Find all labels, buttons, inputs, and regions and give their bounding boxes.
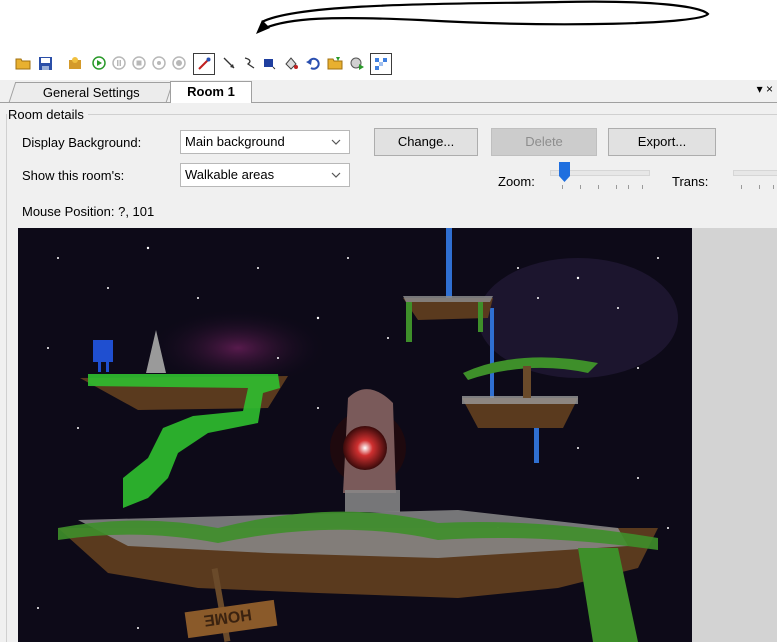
open-folder-icon[interactable]	[14, 54, 32, 72]
mouse-position-readout: Mouse Position: ?, 101	[22, 204, 155, 219]
portal	[343, 426, 387, 470]
room-scene: HOME	[18, 228, 692, 642]
annotation-arrow	[256, 0, 710, 34]
show-room-select[interactable]: Walkable areas	[180, 163, 350, 187]
zoom-label: Zoom:	[498, 174, 535, 189]
show-room-label: Show this room's:	[22, 168, 125, 183]
import-icon[interactable]	[326, 54, 344, 72]
trans-slider-ticks	[733, 185, 777, 191]
display-background-select[interactable]: Main background	[180, 130, 350, 154]
room-viewport[interactable]: HOME	[18, 228, 692, 642]
tab-room-1[interactable]: Room 1	[170, 81, 252, 104]
chevron-down-icon	[331, 172, 341, 178]
viewport-empty-area	[692, 228, 777, 642]
display-background-label: Display Background:	[22, 135, 142, 150]
run-icon[interactable]	[90, 54, 108, 72]
eyedropper-icon[interactable]	[193, 53, 215, 75]
trans-slider-track[interactable]	[733, 170, 777, 176]
group-border-top	[75, 114, 777, 115]
pause-icon[interactable]	[110, 54, 128, 72]
line-tool-icon[interactable]	[240, 54, 258, 72]
fill-tool-icon[interactable]	[282, 54, 300, 72]
rectangle-tool-icon[interactable]	[260, 54, 278, 72]
export-button[interactable]: Export...	[608, 128, 716, 156]
undo-icon[interactable]	[304, 54, 322, 72]
robot-character	[93, 340, 113, 362]
step-icon[interactable]	[150, 54, 168, 72]
compile-icon[interactable]	[66, 54, 84, 72]
grid-icon[interactable]	[370, 53, 392, 75]
trans-label: Trans:	[672, 174, 709, 189]
waterfall	[446, 228, 452, 298]
delete-button[interactable]: Delete	[491, 128, 597, 156]
display-background-value: Main background	[185, 134, 285, 149]
zoom-slider-ticks	[550, 185, 648, 191]
room-details-title: Room details	[8, 107, 88, 122]
save-icon[interactable]	[36, 54, 54, 72]
room-details-panel: Room details Display Background: Main ba…	[0, 103, 777, 642]
stop-icon[interactable]	[130, 54, 148, 72]
toolbar	[0, 50, 777, 78]
tab-general-settings[interactable]: General Settings	[8, 82, 174, 102]
chevron-down-icon	[331, 139, 341, 145]
select-icon[interactable]	[220, 54, 238, 72]
tab-menu-controls[interactable]: ▾ ×	[757, 82, 773, 96]
export-icon[interactable]	[348, 54, 366, 72]
tab-strip: General Settings Room 1	[0, 80, 777, 104]
group-border	[6, 114, 7, 642]
show-room-value: Walkable areas	[185, 167, 275, 182]
zoom-slider-thumb[interactable]	[559, 162, 570, 182]
record-icon[interactable]	[170, 54, 188, 72]
change-button[interactable]: Change...	[374, 128, 478, 156]
